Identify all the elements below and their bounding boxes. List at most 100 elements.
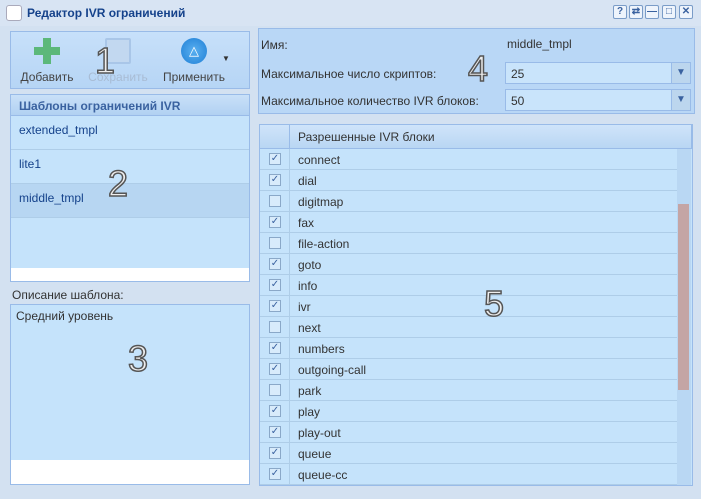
grid-row[interactable]: ✓ connect [260,149,678,170]
max-scripts-combo[interactable]: 25 ▼ [505,62,691,84]
description-footer [10,460,250,485]
ivr-blocks-grid: Разрешенные IVR блоки ✓ connect ✓ dial digit… [259,124,693,486]
block-name: ivr [298,300,311,314]
grid-row[interactable]: ✓ outgoing-call [260,359,678,380]
block-name: queue-cc [298,468,348,482]
apply-button[interactable]: △ Применить [157,32,231,90]
description-textarea[interactable]: Средний уровень [10,304,250,461]
max-blocks-label: Максимальное количество IVR блоков: [261,94,479,108]
checkbox-checked[interactable]: ✓ [269,426,281,438]
annotation-label: 2 [107,162,129,205]
block-name: outgoing-call [298,363,367,377]
checkbox-cell: ✓ [260,422,290,442]
checkbox-cell: ✓ [260,338,290,358]
checkbox-cell [260,191,290,211]
grid-row[interactable]: ✓ dial [260,170,678,191]
checkbox-cell: ✓ [260,275,290,295]
checkbox-cell [260,380,290,400]
block-name: park [298,384,322,398]
annotation-label: 5 [483,282,505,325]
block-name: queue [298,447,332,461]
checkbox-cell: ✓ [260,212,290,232]
checkbox-checked[interactable]: ✓ [269,468,281,480]
grid-row[interactable]: ✓ play-out [260,422,678,443]
checkbox-checked[interactable]: ✓ [269,342,281,354]
blocks-column-header[interactable]: Разрешенные IVR блоки [290,125,692,148]
name-label: Имя: [261,38,288,52]
block-name: dial [298,174,317,188]
checkbox-checked[interactable]: ✓ [269,216,281,228]
chevron-down-icon[interactable]: ▼ [671,90,690,110]
grid-row[interactable]: ✓ numbers [260,338,678,359]
checkbox-checked[interactable]: ✓ [269,258,281,270]
checkbox-cell: ✓ [260,401,290,421]
app-icon [6,5,22,21]
block-name: play-out [298,426,341,440]
checkbox-cell: ✓ [260,170,290,190]
minimize-button[interactable]: — [645,5,659,19]
annotation-label: 3 [127,337,149,380]
checkbox-column-header [260,125,290,148]
block-name: goto [298,258,322,272]
checkbox-checked[interactable]: ✓ [269,405,281,417]
grid-row[interactable]: file-action [260,233,678,254]
refresh-button[interactable]: ⇄ [629,5,643,19]
grid-row[interactable]: ✓ fax [260,212,678,233]
apply-dropdown-arrow-icon[interactable]: ▼ [222,54,230,63]
template-item[interactable]: extended_tmpl [11,116,249,150]
maximize-button[interactable]: □ [662,5,676,19]
checkbox-unchecked[interactable] [269,384,281,396]
help-button[interactable]: ? [613,5,627,19]
block-name: file-action [298,237,350,251]
checkbox-cell: ✓ [260,359,290,379]
block-name: info [298,279,318,293]
checkbox-unchecked[interactable] [269,321,281,333]
block-name: numbers [298,342,345,356]
checkbox-checked[interactable]: ✓ [269,279,281,291]
checkbox-checked[interactable]: ✓ [269,153,281,165]
grid-row[interactable]: ✓ queue-cc [260,464,678,485]
checkbox-cell: ✓ [260,149,290,169]
grid-row[interactable]: next [260,317,678,338]
grid-row[interactable]: ✓ info [260,275,678,296]
grid-row[interactable]: ✓ queue [260,443,678,464]
chevron-down-icon[interactable]: ▼ [671,63,690,83]
window-title: Редактор IVR ограничений [27,6,186,20]
close-button[interactable]: ✕ [679,5,693,19]
checkbox-unchecked[interactable] [269,237,281,249]
toolbar: Добавить Сохранить △ Применить ▼ [10,31,250,89]
grid-row[interactable]: digitmap [260,191,678,212]
block-name: next [298,321,321,335]
block-name: connect [298,153,341,167]
templates-header: Шаблоны ограничений IVR [10,94,250,116]
annotation-label: 1 [94,39,116,82]
templates-list: extended_tmpl lite1 middle_tmpl [10,116,250,268]
checkbox-cell [260,233,290,253]
grid-row[interactable]: ✓ play [260,401,678,422]
checkbox-cell: ✓ [260,443,290,463]
checkbox-checked[interactable]: ✓ [269,300,281,312]
name-value: middle_tmpl [507,37,572,51]
checkbox-checked[interactable]: ✓ [269,174,281,186]
save-button[interactable]: Сохранить [83,32,153,90]
list-footer [10,268,250,282]
block-name: play [298,405,321,419]
annotation-label: 4 [467,47,489,90]
checkbox-cell [260,317,290,337]
scrollbar-thumb[interactable] [678,204,689,390]
add-button[interactable]: Добавить [15,32,79,90]
block-name: digitmap [298,195,344,209]
checkbox-checked[interactable]: ✓ [269,447,281,459]
max-blocks-combo[interactable]: 50 ▼ [505,89,691,111]
template-item-selected[interactable]: middle_tmpl [11,184,249,218]
checkbox-checked[interactable]: ✓ [269,363,281,375]
checkbox-unchecked[interactable] [269,195,281,207]
description-label: Описание шаблона: [12,288,124,302]
grid-row[interactable]: park [260,380,678,401]
grid-row[interactable]: ✓ ivr [260,296,678,317]
max-scripts-label: Максимальное число скриптов: [261,67,437,81]
grid-row[interactable]: ✓ goto [260,254,678,275]
checkbox-cell: ✓ [260,296,290,316]
apply-triangle-icon: △ [181,38,207,64]
template-item[interactable]: lite1 [11,150,249,184]
